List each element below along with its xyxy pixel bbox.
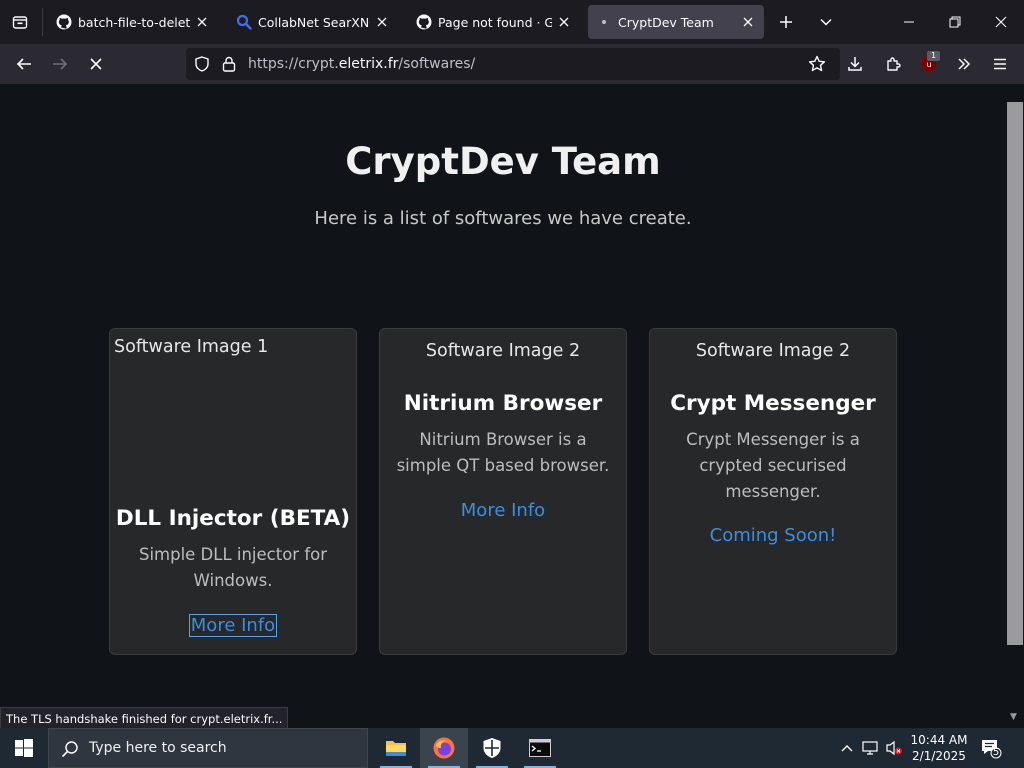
github-icon — [416, 14, 432, 30]
list-all-tabs-button[interactable] — [812, 8, 840, 36]
show-hidden-icons-chevron-up-icon[interactable] — [838, 739, 856, 757]
url-bar[interactable]: https://crypt.eletrix.fr/softwares/ — [186, 48, 840, 80]
extension-badge: 1 — [927, 51, 940, 61]
software-description: Nitrium Browser is a simple QT based bro… — [396, 430, 610, 475]
taskbar-firefox[interactable] — [420, 728, 468, 768]
download-icon — [848, 57, 862, 71]
software-description: Simple DLL injector for Windows. — [138, 545, 328, 590]
puzzle-icon — [887, 57, 901, 71]
taskbar-file-explorer[interactable] — [372, 728, 420, 768]
clock-time: 10:44 AM — [910, 733, 968, 747]
windows-taskbar: Type here to search 10:44 AM 2/1/2025 5 — [0, 728, 1024, 768]
forward-button[interactable] — [46, 50, 74, 78]
volume-muted-icon[interactable] — [885, 739, 903, 757]
windows-logo-icon — [15, 739, 33, 757]
scrollbar-thumb[interactable] — [1007, 102, 1023, 645]
software-card-dll-injector: Software Image 1 DLL Injector (BETA) Sim… — [109, 328, 357, 655]
url-prefix: https://crypt. — [248, 56, 339, 72]
arrow-left-icon — [16, 58, 31, 70]
minimize-icon — [904, 21, 914, 23]
url-text[interactable]: https://crypt.eletrix.fr/softwares/ — [248, 56, 475, 72]
restore-button[interactable] — [932, 0, 978, 44]
minimize-button[interactable] — [886, 0, 932, 44]
plus-icon — [780, 16, 792, 28]
software-image-placeholder: Software Image 1 — [114, 337, 269, 357]
software-image-placeholder: Software Image 2 — [425, 341, 581, 361]
taskbar-search-box[interactable]: Type here to search — [48, 728, 368, 768]
software-card-nitrium-browser: Software Image 2 Nitrium Browser Nitrium… — [379, 328, 627, 655]
clock-date: 2/1/2025 — [912, 749, 966, 763]
navigation-toolbar: https://crypt.eletrix.fr/softwares/ u — [0, 44, 1024, 84]
more-info-link[interactable]: More Info — [188, 614, 278, 637]
github-icon — [56, 14, 72, 30]
overflow-menu-button[interactable] — [950, 50, 978, 78]
tab-separator — [42, 8, 43, 36]
chevron-down-icon — [820, 18, 832, 26]
software-image-placeholder: Software Image 2 — [695, 341, 851, 361]
software-name: Crypt Messenger — [670, 391, 876, 416]
close-icon — [995, 16, 1007, 28]
page-subtitle: Here is a list of softwares we have crea… — [314, 208, 692, 229]
url-path: /softwares/ — [398, 56, 476, 72]
app-menu-button[interactable] — [986, 50, 1014, 78]
back-button[interactable] — [10, 50, 38, 78]
svg-text:u: u — [926, 60, 931, 69]
tab-1[interactable]: CollabNet SearXNG — [228, 5, 398, 39]
tab-title: CryptDev Team — [618, 14, 714, 30]
close-icon[interactable] — [556, 14, 572, 30]
double-chevron-right-icon — [958, 58, 971, 70]
tab-title: Page not found · GitHu — [438, 14, 552, 30]
page-content: CryptDev Team Here is a list of software… — [0, 84, 1006, 724]
url-host: eletrix.fr — [338, 56, 399, 72]
tab-title: CollabNet SearXNG — [258, 14, 370, 30]
firefox-view-button[interactable] — [6, 8, 34, 36]
taskbar-clock[interactable]: 10:44 AM 2/1/2025 — [905, 732, 973, 764]
network-icon[interactable] — [862, 739, 880, 757]
search-placeholder: Type here to search — [89, 740, 227, 756]
downloads-button[interactable] — [841, 50, 869, 78]
close-icon[interactable] — [374, 14, 390, 30]
firefox-icon — [433, 737, 455, 759]
arrow-right-icon — [53, 58, 68, 70]
status-tooltip: The TLS handshake finished for crypt.ele… — [0, 707, 289, 729]
bookmark-star-icon[interactable] — [808, 55, 826, 77]
tab-strip: batch-file-to-delete-sy CollabNet SearXN… — [0, 0, 1024, 44]
shield-icon[interactable] — [194, 56, 210, 76]
coming-soon-link[interactable]: Coming Soon! — [709, 525, 838, 546]
software-card-crypt-messenger: Software Image 2 Crypt Messenger Crypt M… — [649, 328, 897, 655]
start-button[interactable] — [0, 728, 48, 768]
extensions-button[interactable] — [879, 50, 907, 78]
tab-0[interactable]: batch-file-to-delete-sy — [48, 5, 218, 39]
firefox-view-icon — [12, 16, 28, 29]
hamburger-icon — [994, 58, 1006, 70]
software-name: DLL Injector (BETA) — [115, 506, 351, 531]
tab-title: batch-file-to-delete-sy — [78, 14, 190, 30]
tab-3-active[interactable]: CryptDev Team — [588, 5, 764, 39]
scroll-down-arrow-icon[interactable]: ▼ — [1010, 712, 1017, 722]
new-tab-button[interactable] — [772, 8, 800, 36]
taskbar-windows-security[interactable] — [468, 728, 516, 768]
page-title: CryptDev Team — [345, 140, 661, 183]
stop-icon — [90, 58, 102, 70]
loading-dot-icon — [596, 14, 612, 30]
close-window-button[interactable] — [978, 0, 1024, 44]
restore-icon — [949, 16, 961, 28]
close-icon[interactable] — [740, 14, 756, 30]
taskbar-terminal[interactable] — [516, 728, 564, 768]
tab-2[interactable]: Page not found · GitHu — [408, 5, 580, 39]
file-explorer-icon — [386, 741, 406, 756]
search-icon — [236, 14, 252, 30]
notification-center-button[interactable]: 5 — [980, 737, 1002, 759]
stop-loading-button[interactable] — [82, 50, 110, 78]
windows-security-icon — [483, 738, 501, 758]
search-icon — [61, 740, 79, 762]
close-icon[interactable] — [194, 14, 210, 30]
software-name: Nitrium Browser — [403, 391, 603, 416]
lock-icon[interactable] — [222, 56, 236, 76]
software-description: Crypt Messenger is a crypted securised m… — [686, 430, 860, 501]
more-info-link[interactable]: More Info — [460, 500, 546, 521]
notification-count: 5 — [992, 747, 1000, 758]
terminal-icon — [529, 739, 551, 757]
